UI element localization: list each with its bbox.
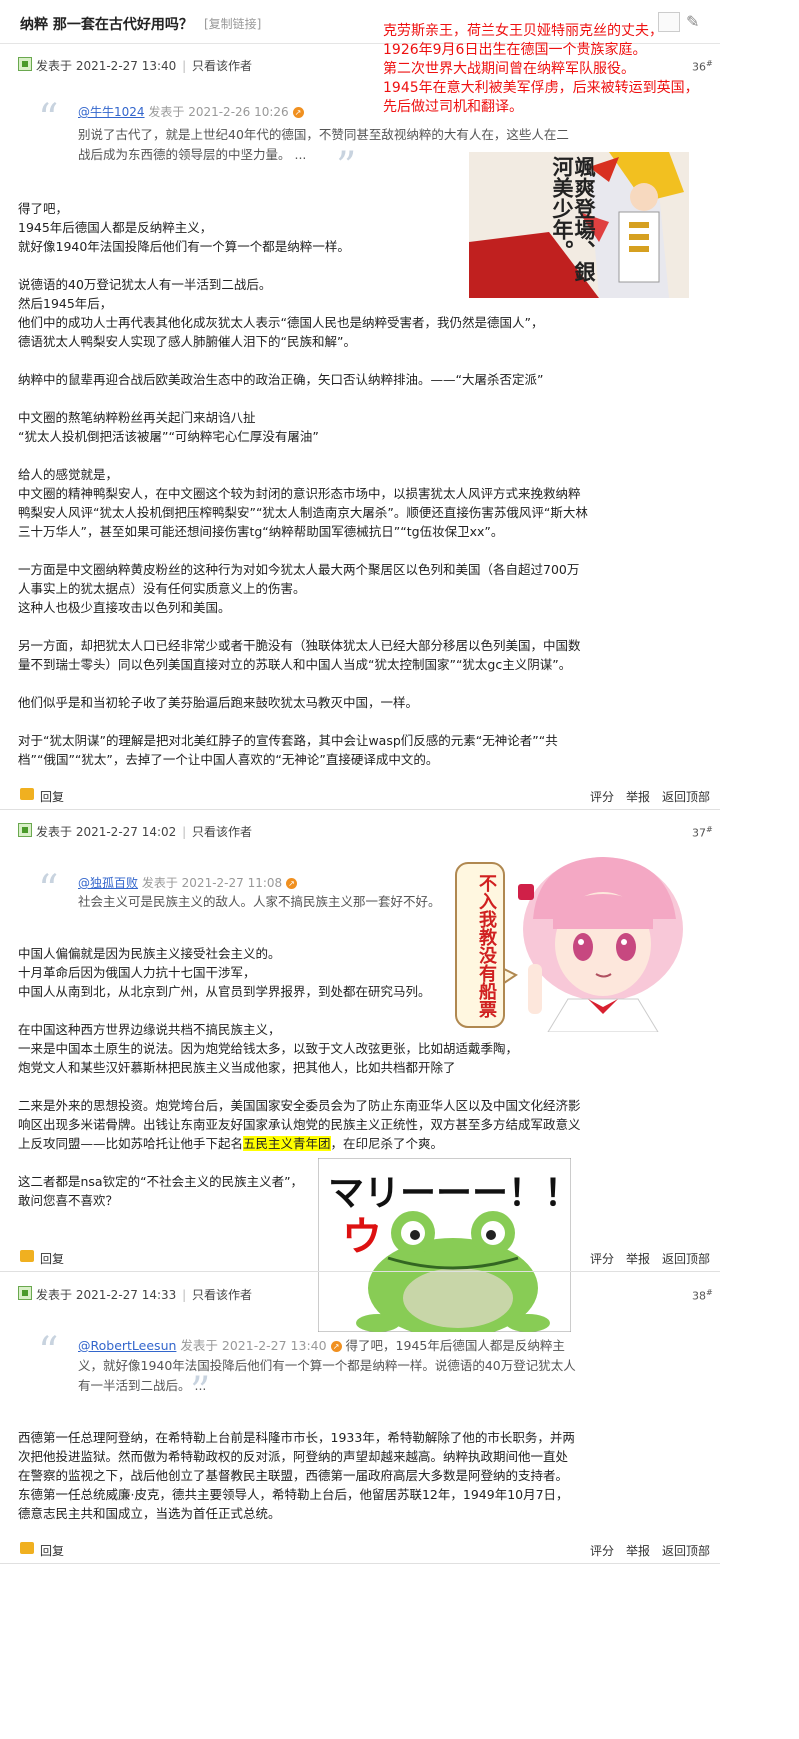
post-line: 二来是外来的思想投资。炮党垮台后，美国国家安全委员会为了防止东南亚华人区以及中国… — [18, 1098, 581, 1151]
post-line: 1945年后德国人都是反纳粹主义， — [18, 220, 213, 235]
post-line: 在中国这种西方世界边缘说共档不搞民族主义， — [18, 1022, 281, 1037]
post-time: 发表于 2021-2-27 13:40 — [36, 59, 177, 73]
post-line: 得了吧， — [18, 201, 69, 216]
post-line: 中国人从南到北，从北京到广州，从官员到学界报界，到处都在研究马列。 — [18, 984, 431, 999]
jump-icon[interactable]: ↗ — [330, 1341, 342, 1352]
quote-open-icon: “ — [38, 1329, 59, 1375]
post-line: 然后1945年后， — [18, 296, 113, 311]
copy-link[interactable]: [复制链接] — [204, 15, 261, 32]
quote-open-icon: “ — [38, 867, 59, 913]
post-time: 发表于 2021-2-27 14:33 — [36, 1288, 177, 1302]
post-line: 他们似乎是和当初轮子收了美芬胎逼后跑来鼓吹犹太马教灭中国，一样。 — [18, 695, 419, 710]
back-top-button[interactable]: 返回顶部 — [662, 1252, 710, 1266]
post-content: 得了吧， 1945年后德国人都是反纳粹主义， 就好像1940年法国投降后他们有一… — [18, 199, 588, 769]
post-line: 十月革命后因为俄国人力抗十七国干涉军， — [18, 965, 256, 980]
author-only-link[interactable]: 只看该作者 — [192, 59, 252, 73]
jump-icon[interactable]: ↗ — [292, 107, 304, 118]
quote-user-link[interactable]: @独孤百败 — [78, 876, 138, 890]
note-line: 克劳斯亲王，荷兰女王贝娅特丽克丝的丈夫， — [383, 23, 663, 39]
post-line: 纳粹中的鼠辈再迎合战后欧美政治生态中的政治正确，矢口否认纳粹排油。——“大屠杀否… — [18, 372, 544, 387]
rate-button[interactable]: 评分 — [590, 1252, 614, 1266]
rate-button[interactable]: 评分 — [590, 790, 614, 804]
thread-title: 纳粹 那一套在古代好用吗？ — [20, 17, 193, 33]
post-meta: 发表于 2021-2-27 13:40 | 只看该作者 36# — [18, 57, 718, 74]
quote-text: @RobertLeesun 发表于 2021-2-27 13:40 ↗ 得了吧，… — [78, 1338, 576, 1393]
floor-number[interactable]: 36# — [692, 59, 713, 74]
post-footer: 回复 评分 举报 返回顶部 — [0, 780, 720, 810]
author-only-link[interactable]: 只看该作者 — [192, 825, 252, 839]
post-footer: 回复 评分 举报 返回顶部 — [0, 1242, 720, 1272]
post-line: 另一方面，却把犹太人口已经非常少或者干脆没有（独联体犹太人已经大部分移居以色列美… — [18, 638, 581, 672]
quote-time: 发表于 2021-2-26 10:26 — [148, 105, 289, 119]
post-line: 对于“犹太阴谋”的理解是把对北美红脖子的宣传套路，其中会让wasp们反感的元素“… — [18, 733, 558, 767]
quote-time: 发表于 2021-2-27 11:08 — [141, 876, 283, 890]
floor-number[interactable]: 37# — [692, 825, 713, 840]
post-content: 西德第一任总理阿登纳，在希特勒上台前是科隆市市长，1933年，希特勒解除了他的市… — [18, 1428, 578, 1523]
online-icon — [18, 57, 32, 71]
quote-time: 发表于 2021-2-27 13:40 — [180, 1338, 327, 1353]
quote-close-icon: ” — [336, 144, 357, 190]
post-line: 这种人也极少直接攻击以色列和美国。 — [18, 600, 231, 615]
author-only-link[interactable]: 只看该作者 — [192, 1288, 252, 1302]
post-line: “犹太人投机倒把活该被屠”“可纳粹宅心仁厚没有屠油” — [18, 429, 319, 444]
post-line: 给人的感觉就是， — [18, 467, 119, 482]
online-icon — [18, 823, 32, 837]
post-line: 西德第一任总理阿登纳，在希特勒上台前是科隆市市长，1933年，希特勒解除了他的市… — [18, 1430, 575, 1521]
report-button[interactable]: 举报 — [626, 1252, 650, 1266]
back-top-button[interactable]: 返回顶部 — [662, 1544, 710, 1558]
reply-button[interactable]: 回复 — [40, 1542, 64, 1559]
reply-button[interactable]: 回复 — [40, 788, 64, 805]
quote-close-icon: ” — [190, 1369, 211, 1415]
post-meta: 发表于 2021-2-27 14:02 | 只看该作者 37# — [18, 823, 718, 840]
quote-user-link[interactable]: @牛牛1024 — [78, 105, 145, 119]
post-line: 德语犹太人鸭梨安人实现了感人肺腑催人泪下的“民族和解”。 — [18, 334, 356, 349]
jump-icon[interactable]: ↗ — [286, 878, 297, 889]
report-button[interactable]: 举报 — [626, 790, 650, 804]
post-footer: 回复 评分 举报 返回顶部 — [0, 1534, 720, 1564]
report-button[interactable]: 举报 — [626, 1544, 650, 1558]
post-line: 一来是中国本土原生的说法。因为炮党给钱太多，以致于文人改弦更张，比如胡适戴季陶， — [18, 1041, 519, 1056]
note-line: 1945年在意大利被美军俘虏，后来被转运到英国， — [383, 80, 699, 96]
post-line: 他们中的成功人士再代表其他化成灰犹太人表示“德国人民也是纳粹受害者，我仍然是德国… — [18, 315, 544, 330]
post-line: 一方面是中文圈纳粹黄皮粉丝的这种行为对如今犹太人最大两个聚居区以色列和美国（各自… — [18, 562, 580, 596]
post-line: 炮党文人和某些汉奸慕斯林把民族主义当成他家，把其他人，比如共档都开除了 — [18, 1060, 456, 1075]
post-line: 中国人偏偏就是因为民族主义接受社会主义的。 — [18, 946, 281, 961]
post-line: 说德语的40万登记犹太人有一半活到二战后。 — [18, 277, 272, 292]
reply-icon[interactable] — [20, 788, 34, 800]
reply-icon[interactable] — [20, 1542, 34, 1554]
rate-button[interactable]: 评分 — [590, 1544, 614, 1558]
quote-open-icon: “ — [38, 96, 59, 142]
post-meta: 发表于 2021-2-27 14:33 | 只看该作者 38# — [18, 1286, 718, 1303]
floor-number[interactable]: 38# — [692, 1288, 713, 1303]
back-top-button[interactable]: 返回顶部 — [662, 790, 710, 804]
online-icon — [18, 1286, 32, 1300]
reply-icon[interactable] — [20, 1250, 34, 1262]
reply-button[interactable]: 回复 — [40, 1250, 64, 1267]
note-line: 先后做过司机和翻译。 — [383, 99, 523, 115]
post-time: 发表于 2021-2-27 14:02 — [36, 825, 177, 839]
post-line: 中文圈的熬笔纳粹粉丝再关起门来胡诌八扯 — [18, 410, 256, 425]
post-line: 就好像1940年法国投降后他们有一个算一个都是纳粹一样。 — [18, 239, 350, 254]
post-line: 中文圈的精神鸭梨安人，在中文圈这个较为封闭的意识形态市场中，以损害犹太人风评方式… — [18, 486, 588, 539]
quote-user-link[interactable]: @RobertLeesun — [78, 1338, 176, 1353]
